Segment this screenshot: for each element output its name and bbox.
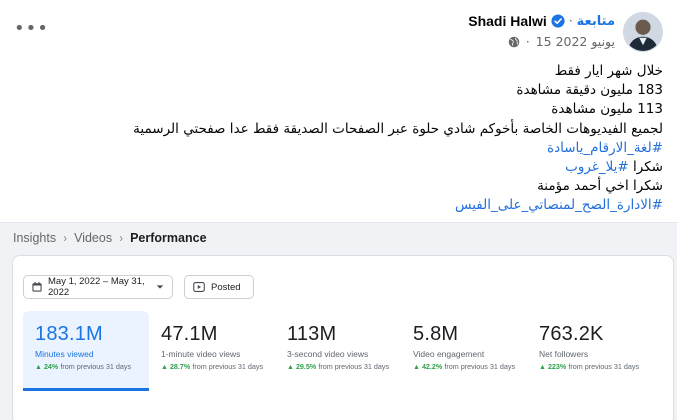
metric-value: 763.2K — [539, 323, 604, 345]
author-name[interactable]: Shadi Halwi — [468, 13, 547, 29]
chevron-down-icon — [156, 285, 164, 289]
post-line: خلال شهر ايار فقط — [554, 63, 663, 79]
post-line: شكرا #يلا_غروب — [43, 158, 663, 177]
post-line: لجميع الفيديوهات الخاصة بأخوكم شادي حلوة… — [133, 120, 663, 137]
metric-change-pct: 29.5% — [295, 362, 317, 371]
metrics-row: 183.1M Minutes viewed ▲ 24% from previou… — [23, 311, 653, 391]
posted-filter[interactable]: Posted — [184, 275, 254, 299]
arrow-up-icon: ▲ — [413, 364, 420, 371]
metric-change-pct: 28.7% — [169, 362, 191, 371]
metric-minutes-viewed[interactable]: 183.1M Minutes viewed ▲ 24% from previou… — [23, 311, 149, 391]
chevron-right-icon: › — [119, 231, 124, 245]
separator-dot: · — [568, 14, 573, 28]
arrow-up-icon: ▲ — [539, 364, 546, 371]
post-card: ••• Shadi Halwi · متابعة 15 يونيو 2022 ·… — [0, 0, 677, 222]
video-icon — [193, 282, 205, 292]
metric-change: ▲ 24% from previous 31 days — [35, 362, 149, 371]
follow-button[interactable]: متابعة — [577, 14, 615, 29]
globe-icon[interactable] — [508, 36, 520, 48]
calendar-icon — [32, 282, 42, 292]
performance-card: May 1, 2022 – May 31, 2022 Posted 183.1M… — [12, 255, 674, 420]
avatar[interactable] — [623, 12, 663, 52]
insights-screenshot: Insights › Videos › Performance May 1, 2… — [0, 223, 677, 420]
post-date[interactable]: 15 يونيو 2022 — [536, 34, 615, 49]
thanks-text: شكرا — [628, 159, 663, 176]
metric-change-suffix: from previous 31 days — [318, 362, 390, 371]
post-line: 113 مليون مشاهدة — [551, 101, 663, 118]
metric-change-suffix: from previous 31 days — [444, 362, 516, 371]
post-line: 183 مليون دقيقة مشاهدة — [516, 82, 663, 99]
metric-1-minute-views[interactable]: 47.1M 1-minute video views ▲ 28.7% from … — [149, 311, 275, 391]
metric-change: ▲ 29.5% from previous 31 days — [287, 362, 401, 371]
arrow-up-icon: ▲ — [287, 364, 294, 371]
verified-badge-icon — [551, 14, 565, 28]
post-header: Shadi Halwi · متابعة — [468, 13, 615, 29]
breadcrumb-insights[interactable]: Insights — [13, 231, 56, 245]
avatar-image — [624, 13, 662, 51]
metric-label: 3-second video views — [287, 349, 369, 359]
more-icon: ••• — [14, 18, 49, 39]
more-options-button[interactable]: ••• — [14, 18, 48, 40]
metric-video-engagement[interactable]: 5.8M Video engagement ▲ 42.2% from previ… — [401, 311, 527, 391]
metric-change-pct: 223% — [547, 362, 567, 371]
arrow-up-icon: ▲ — [35, 364, 42, 371]
metric-value: 113M — [287, 323, 337, 345]
metric-change: ▲ 42.2% from previous 31 days — [413, 362, 527, 371]
breadcrumb-videos[interactable]: Videos — [74, 231, 112, 245]
metric-label: Net followers — [539, 349, 589, 359]
separator-dot: · — [525, 34, 530, 49]
metric-label: 1-minute video views — [161, 349, 241, 359]
metric-change-pct: 24% — [43, 362, 59, 371]
metric-change-suffix: from previous 31 days — [60, 362, 132, 371]
post-meta: 15 يونيو 2022 · — [508, 34, 615, 49]
post-body: خلال شهر ايار فقط 183 مليون دقيقة مشاهدة… — [43, 62, 663, 216]
date-range-value: May 1, 2022 – May 31, 2022 — [48, 276, 145, 298]
metric-change: ▲ 223% from previous 31 days — [539, 362, 653, 371]
chevron-right-icon: › — [63, 231, 68, 245]
hashtag-link[interactable]: #يلا_غروب — [565, 159, 629, 175]
post-line: شكرا اخي أحمد مؤمنة — [537, 178, 663, 195]
metric-value: 47.1M — [161, 323, 218, 345]
breadcrumb: Insights › Videos › Performance — [13, 231, 207, 245]
metric-net-followers[interactable]: 763.2K Net followers ▲ 223% from previou… — [527, 311, 653, 391]
hashtag-link[interactable]: #لغة_الارقام_ياسادة — [43, 139, 663, 158]
posted-label: Posted — [211, 281, 241, 293]
metric-label: Video engagement — [413, 349, 485, 359]
metric-change: ▲ 28.7% from previous 31 days — [161, 362, 275, 371]
metric-label: Minutes viewed — [35, 349, 94, 359]
metric-change-suffix: from previous 31 days — [192, 362, 264, 371]
metric-3-second-views[interactable]: 113M 3-second video views ▲ 29.5% from p… — [275, 311, 401, 391]
breadcrumb-performance: Performance — [130, 231, 207, 245]
arrow-up-icon: ▲ — [161, 364, 168, 371]
metric-change-pct: 42.2% — [421, 362, 443, 371]
metric-change-suffix: from previous 31 days — [568, 362, 640, 371]
hashtag-link[interactable]: #الادارة_الصح_لمنصاتي_على_الفيس — [43, 196, 663, 215]
metric-value: 183.1M — [35, 323, 103, 345]
metric-value: 5.8M — [413, 323, 459, 345]
date-range-picker[interactable]: May 1, 2022 – May 31, 2022 — [23, 275, 173, 299]
